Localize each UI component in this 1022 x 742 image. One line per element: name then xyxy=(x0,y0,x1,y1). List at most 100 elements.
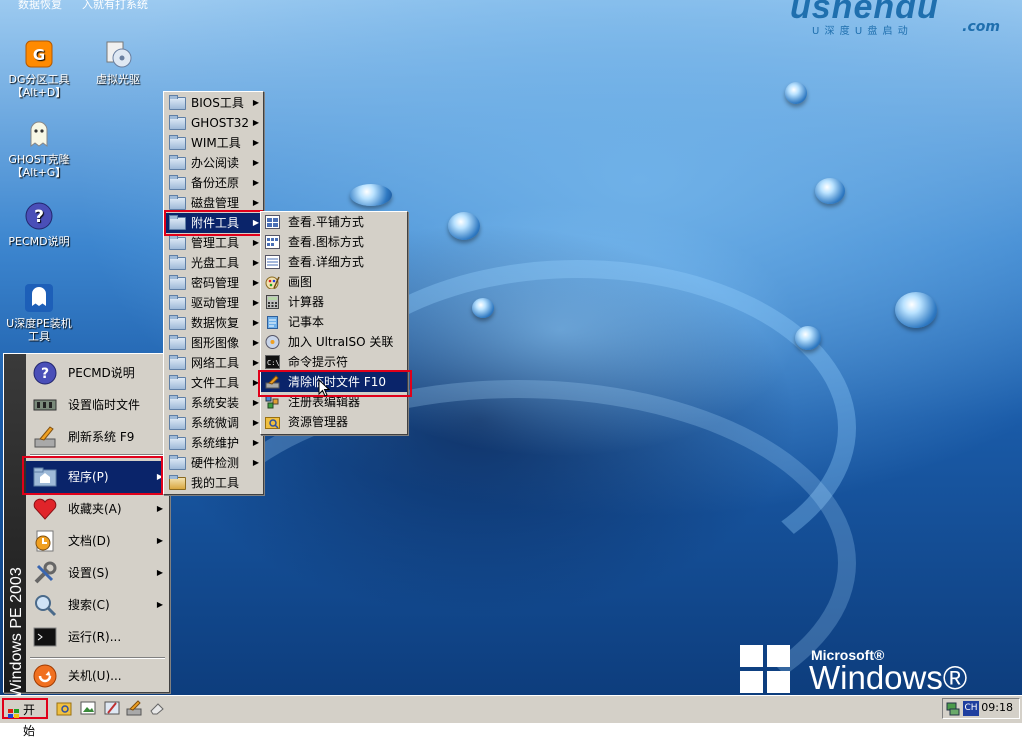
submenu-arrow-icon: ▶ xyxy=(156,600,163,609)
folder-icon xyxy=(169,435,186,450)
submenu-arrow-icon: ▶ xyxy=(252,158,259,167)
start-item-search[interactable]: 搜索(C) ▶ xyxy=(26,589,168,621)
programs-item[interactable]: 我的工具 xyxy=(164,473,263,493)
highlight-box-clean-temp xyxy=(258,370,412,397)
submenu-arrow-icon: ▶ xyxy=(252,318,259,327)
documents-icon xyxy=(32,528,58,554)
programs-menu: BIOS工具 ▶ GHOST32 ▶ WIM工具 ▶ 办公阅读 ▶ 备份还原 ▶ 磁盘管理 ▶ 附件工具… xyxy=(163,91,264,495)
programs-item-label: 密码管理 xyxy=(191,276,240,290)
programs-item-label: GHOST32 xyxy=(191,116,249,130)
acc-item-view-tile[interactable]: 查看.平铺方式 xyxy=(261,212,407,232)
start-menu: Windows PE 2003 ? PECMD说明 设置临时文件 刷新系统 F9… xyxy=(3,353,170,698)
start-item-documents[interactable]: 文档(D) ▶ xyxy=(26,525,168,557)
start-item-set-temp-files[interactable]: 设置临时文件 xyxy=(26,389,168,421)
start-item-settings[interactable]: 设置(S) ▶ xyxy=(26,557,168,589)
desktop-icon-label: 虚拟光驱 xyxy=(96,73,140,86)
folder-icon xyxy=(169,315,186,330)
help-icon: ? xyxy=(32,360,58,386)
svg-text:?: ? xyxy=(34,207,44,227)
submenu-arrow-icon: ▶ xyxy=(252,258,259,267)
acc-item-paint[interactable]: 画图 xyxy=(261,272,407,292)
programs-item[interactable]: 数据恢复 ▶ xyxy=(164,313,263,333)
programs-item[interactable]: 备份还原 ▶ xyxy=(164,173,263,193)
start-item-label: 运行(R)... xyxy=(68,630,122,644)
start-item-favorites[interactable]: 收藏夹(A) ▶ xyxy=(26,493,168,525)
acc-item-explorer[interactable]: 资源管理器 xyxy=(261,412,407,432)
quicklaunch-cleanup-icon[interactable] xyxy=(126,700,142,716)
submenu-arrow-icon: ▶ xyxy=(156,568,163,577)
water-drop xyxy=(448,212,480,240)
network-status-icon[interactable] xyxy=(946,701,960,716)
programs-item[interactable]: 系统安装 ▶ xyxy=(164,393,263,413)
start-item-label: 收藏夹(A) xyxy=(68,502,122,516)
folder-icon xyxy=(169,155,186,170)
acc-item-label: 画图 xyxy=(288,275,313,289)
windows-start-icon xyxy=(8,705,20,718)
programs-item[interactable]: 密码管理 ▶ xyxy=(164,273,263,293)
language-indicator[interactable]: CH xyxy=(963,701,979,716)
notepad-icon xyxy=(265,315,280,329)
acc-item-view-icons[interactable]: 查看.图标方式 xyxy=(261,232,407,252)
programs-item-label: 图形图像 xyxy=(191,336,240,350)
acc-item-ultraiso[interactable]: 加入 UltraISO 关联 xyxy=(261,332,407,352)
help-icon: ? xyxy=(23,200,55,232)
programs-item[interactable]: 光盘工具 ▶ xyxy=(164,253,263,273)
windows-pe-label: Windows® PE xyxy=(809,659,968,695)
quicklaunch-eraser-icon[interactable] xyxy=(149,700,165,716)
quicklaunch-image-icon[interactable] xyxy=(80,700,96,716)
programs-item[interactable]: 系统微调 ▶ xyxy=(164,413,263,433)
desktop-icon-pe-installer[interactable]: U深度PE装机 工具 xyxy=(1,282,77,343)
desktop-icon-virtual-drive[interactable]: 虚拟光驱 xyxy=(80,38,156,86)
programs-item-label: 备份还原 xyxy=(191,176,240,190)
programs-item[interactable]: 系统维护 ▶ xyxy=(164,433,263,453)
quicklaunch-paint-icon[interactable] xyxy=(104,700,120,716)
submenu-arrow-icon: ▶ xyxy=(156,504,163,513)
programs-item[interactable]: WIM工具 ▶ xyxy=(164,133,263,153)
quicklaunch-explorer-icon[interactable] xyxy=(56,700,72,716)
start-button[interactable]: 开始 xyxy=(2,698,48,738)
water-drop xyxy=(350,184,392,206)
programs-item[interactable]: 硬件检测 ▶ xyxy=(164,453,263,473)
brand-domain: .com xyxy=(962,19,1000,35)
start-item-refresh-system[interactable]: 刷新系统 F9 xyxy=(26,421,168,453)
submenu-arrow-icon: ▶ xyxy=(252,458,259,467)
folder-icon xyxy=(169,275,186,290)
programs-item[interactable]: 驱动管理 ▶ xyxy=(164,293,263,313)
water-drop xyxy=(815,178,845,204)
desktop-icon-dg-partition[interactable]: G DG分区工具 【Alt+D】 xyxy=(1,38,77,99)
acc-item-notepad[interactable]: 记事本 xyxy=(261,312,407,332)
folder-icon xyxy=(169,375,186,390)
acc-item-view-details[interactable]: 查看.详细方式 xyxy=(261,252,407,272)
programs-item-label: 数据恢复 xyxy=(191,316,240,330)
acc-item-calculator[interactable]: 计算器 xyxy=(261,292,407,312)
start-menu-sidebar-text: Windows PE 2003 xyxy=(8,567,25,698)
programs-item[interactable]: 图形图像 ▶ xyxy=(164,333,263,353)
submenu-arrow-icon: ▶ xyxy=(252,178,259,187)
calculator-icon xyxy=(265,295,280,309)
water-drop xyxy=(785,82,807,104)
start-item-label: 搜索(C) xyxy=(68,598,110,612)
folder-icon xyxy=(169,95,186,110)
programs-item[interactable]: 网络工具 ▶ xyxy=(164,353,263,373)
start-item-label: 文档(D) xyxy=(68,534,111,548)
start-item-run[interactable]: 运行(R)... xyxy=(26,621,168,653)
submenu-arrow-icon: ▶ xyxy=(252,438,259,447)
start-button-label: 开始 xyxy=(23,703,36,738)
acc-item-label: 查看.图标方式 xyxy=(288,235,364,249)
programs-item[interactable]: BIOS工具 ▶ xyxy=(164,93,263,113)
desktop-icon-label: PECMD说明 xyxy=(8,235,70,248)
clock: 09:18 xyxy=(981,701,1013,714)
programs-item[interactable]: 办公阅读 ▶ xyxy=(164,153,263,173)
refresh-brush-icon xyxy=(32,424,58,450)
programs-item[interactable]: GHOST32 ▶ xyxy=(164,113,263,133)
programs-item[interactable]: 文件工具 ▶ xyxy=(164,373,263,393)
desktop-icon-pecmd-help[interactable]: ? PECMD说明 xyxy=(1,200,77,248)
desktop-icon-label: GHOST克隆 【Alt+G】 xyxy=(8,153,70,179)
acc-item-cmd[interactable]: C:\ 命令提示符 xyxy=(261,352,407,372)
start-item-pecmd-help[interactable]: ? PECMD说明 xyxy=(26,357,168,389)
view-tile-icon xyxy=(265,215,280,229)
brand-subtitle: U 深 度 U 盘 启 动 xyxy=(812,26,909,37)
desktop-icon-ghost[interactable]: GHOST克隆 【Alt+G】 xyxy=(1,118,77,179)
programs-item[interactable]: 管理工具 ▶ xyxy=(164,233,263,253)
start-item-shutdown[interactable]: 关机(U)... xyxy=(26,660,168,692)
